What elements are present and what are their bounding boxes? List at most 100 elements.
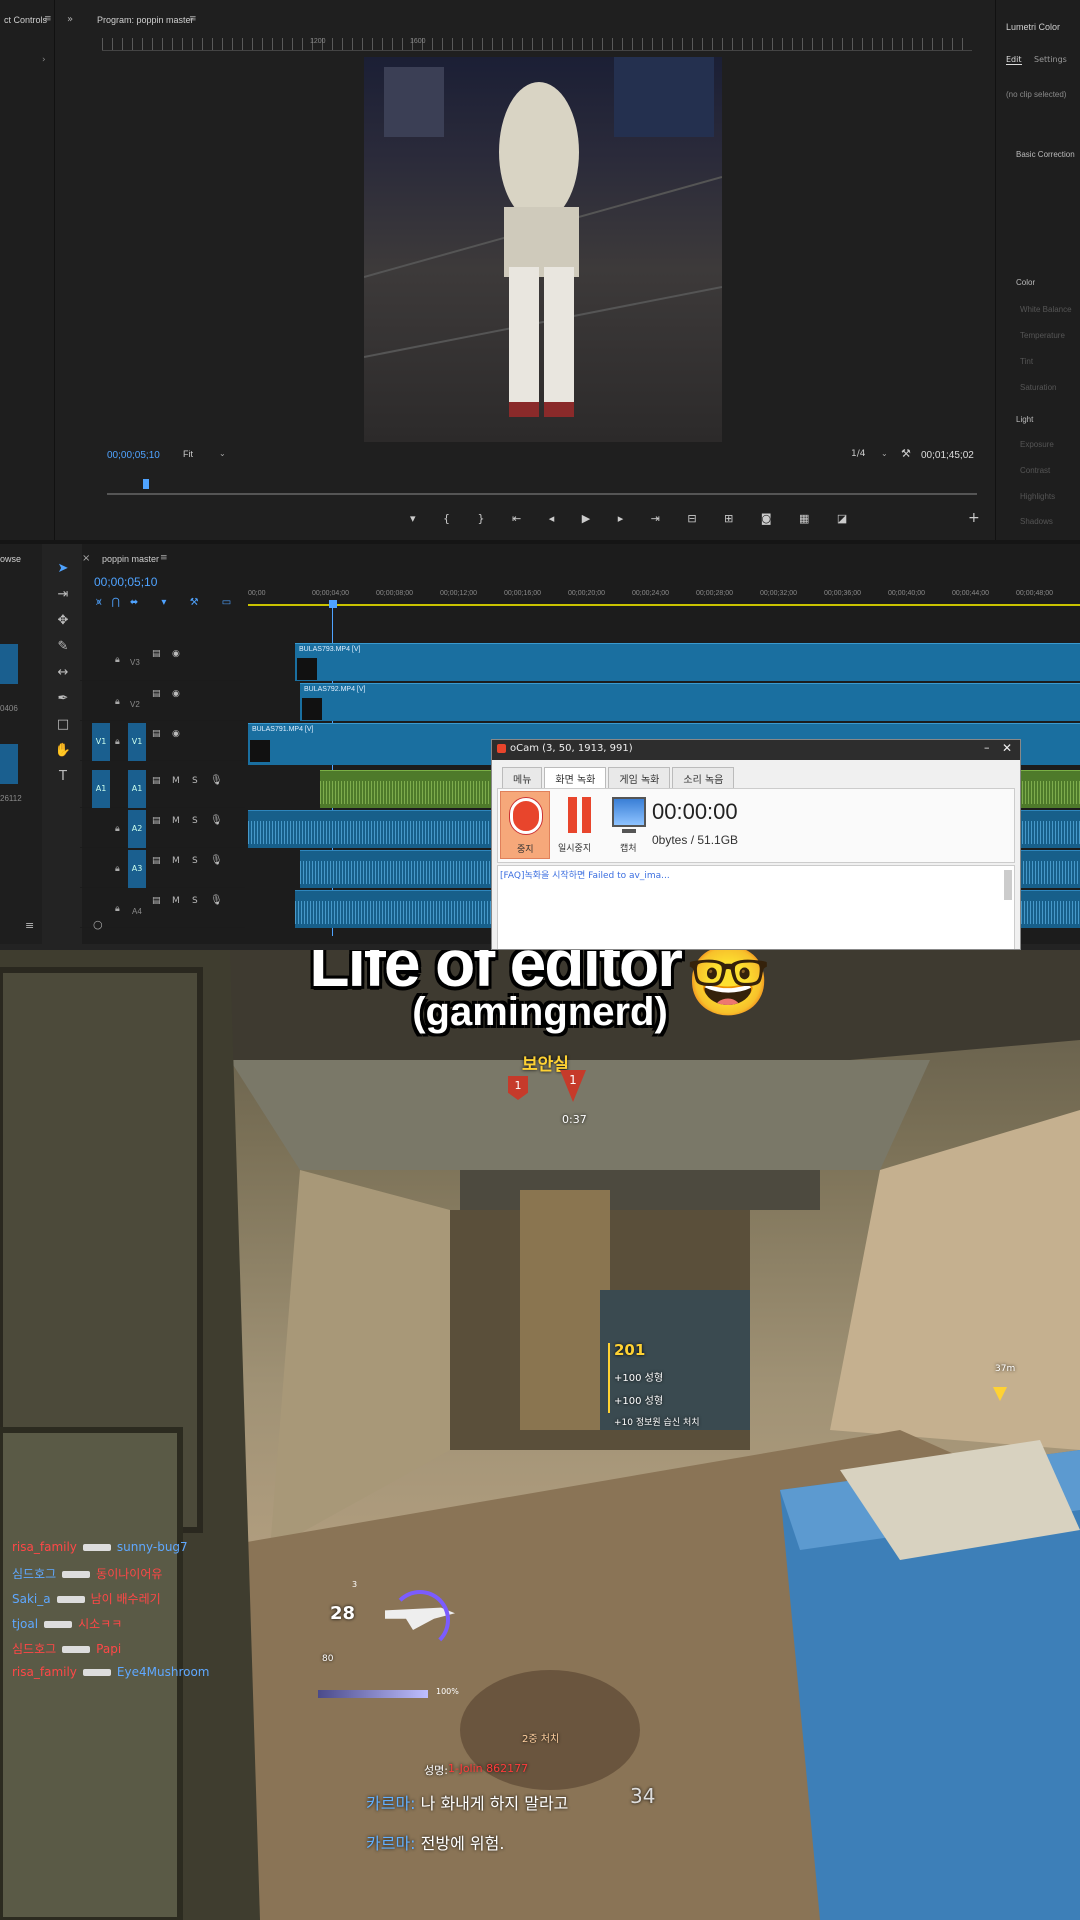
program-monitor: » Program: poppin master ≡ 1200 1600 00;…: [55, 0, 995, 540]
hand-tool[interactable]: ✋: [54, 742, 72, 760]
track-label[interactable]: A3: [128, 850, 146, 888]
tab-audio-record[interactable]: 소리 녹음: [672, 767, 735, 789]
tab-screen-record[interactable]: 화면 녹화: [544, 767, 607, 789]
toggle-sync-icon[interactable]: ▤: [152, 896, 161, 906]
close-button[interactable]: ✕: [1002, 741, 1012, 755]
toggle-sync-icon[interactable]: ▤: [152, 816, 161, 826]
section-color[interactable]: Color: [1016, 278, 1035, 287]
mute-button[interactable]: M: [172, 816, 180, 826]
track-label[interactable]: A2: [128, 810, 146, 848]
eye-icon[interactable]: ◉: [172, 649, 180, 659]
solo-button[interactable]: S: [192, 856, 198, 866]
close-icon[interactable]: ×: [82, 553, 90, 564]
menu-icon[interactable]: ≡: [160, 553, 168, 563]
solo-button[interactable]: S: [192, 896, 198, 906]
timeline-clip[interactable]: BULAS793.MP4 [V]: [295, 643, 1080, 681]
monitor-scrubber[interactable]: [107, 493, 977, 495]
toggle-sync-icon[interactable]: ▤: [152, 689, 161, 699]
tab-game-record[interactable]: 게임 녹화: [608, 767, 671, 789]
lock-icon[interactable]: 🔒︎: [115, 824, 120, 834]
timeline-toggles[interactable]: ⩙⋂⬌ ▾ ⚒ ▭: [96, 597, 241, 608]
mute-button[interactable]: M: [172, 896, 180, 906]
timeline-clip[interactable]: BULAS792.MP4 [V]: [300, 683, 1080, 721]
toggle-sync-icon[interactable]: ▤: [152, 856, 161, 866]
transport-controls[interactable]: ▾ { } ⇤ ◂ ▶ ▸ ⇥ ⊟ ⊞ ◙ ▦ ◪: [410, 512, 859, 525]
mute-button[interactable]: M: [172, 776, 180, 786]
track-label[interactable]: A1: [128, 770, 146, 808]
solo-button[interactable]: S: [192, 816, 198, 826]
solo-button[interactable]: S: [192, 776, 198, 786]
tab-menu[interactable]: 메뉴: [502, 767, 543, 789]
monitor-timecode[interactable]: 00;00;05;10: [107, 450, 160, 461]
section-basic-correction[interactable]: Basic Correction: [1016, 150, 1075, 159]
tab-edit[interactable]: Edit: [1006, 55, 1022, 65]
pen-tool[interactable]: ✒: [54, 690, 72, 708]
source-patch-v1[interactable]: V1: [92, 723, 110, 761]
ocam-log[interactable]: [FAQ]녹화을 시작하면 Failed to av_ima...: [497, 865, 1015, 949]
scrollbar[interactable]: [1004, 870, 1012, 900]
wrench-icon[interactable]: ⚒: [901, 447, 911, 460]
toggle-sync-icon[interactable]: ▤: [152, 649, 161, 659]
lock-icon[interactable]: 🔒︎: [115, 737, 120, 747]
eye-icon[interactable]: ◉: [172, 729, 180, 739]
zoom-handle[interactable]: ○: [93, 918, 103, 931]
track-header-v2: 🔒︎ V2 ▤ ◉: [80, 683, 245, 721]
slip-tool[interactable]: ↔: [54, 664, 72, 682]
add-button[interactable]: +: [968, 510, 980, 526]
tab-settings[interactable]: Settings: [1034, 55, 1067, 64]
playhead[interactable]: [143, 479, 149, 489]
lock-icon[interactable]: 🔒︎: [115, 864, 120, 874]
section-light[interactable]: Light: [1016, 415, 1033, 424]
lumetri-title[interactable]: Lumetri Color: [1006, 22, 1060, 32]
project-thumb[interactable]: [0, 644, 18, 684]
toggle-sync-icon[interactable]: ▤: [152, 776, 161, 786]
razor-tool[interactable]: ✎: [54, 638, 72, 656]
ocam-titlebar[interactable]: oCam (3, 50, 1913, 991) – ✕: [492, 740, 1020, 760]
rectangle-tool[interactable]: □: [54, 716, 72, 734]
microphone-icon[interactable]: 🎙︎: [210, 775, 223, 786]
capture-button[interactable]: 캡처: [608, 791, 652, 859]
project-thumb[interactable]: [0, 744, 18, 784]
type-tool[interactable]: T: [54, 768, 72, 786]
stop-button[interactable]: 중지: [500, 791, 550, 859]
timeline-playhead[interactable]: [329, 600, 337, 608]
mute-button[interactable]: M: [172, 856, 180, 866]
record-icon: [510, 798, 542, 834]
time-ruler[interactable]: [248, 568, 1080, 606]
fit-select[interactable]: Fit: [183, 449, 193, 459]
video-preview[interactable]: [364, 57, 722, 442]
chevron-down-icon[interactable]: ⌄: [881, 449, 888, 458]
selection-tool[interactable]: ➤: [54, 560, 72, 578]
timeline-timecode[interactable]: 00;00;05;10: [94, 575, 157, 589]
microphone-icon[interactable]: 🎙︎: [210, 895, 223, 906]
source-patch-a1[interactable]: A1: [92, 770, 110, 808]
effect-controls-title[interactable]: ct Controls: [4, 15, 47, 25]
sequence-tab[interactable]: poppin master: [102, 554, 159, 564]
resolution-select[interactable]: 1/4: [851, 449, 865, 459]
lock-icon[interactable]: 🔒︎: [115, 697, 120, 707]
pause-button[interactable]: 일시중지: [556, 791, 604, 859]
menu-icon[interactable]: ≡: [44, 14, 52, 24]
microphone-icon[interactable]: 🎙︎: [210, 855, 223, 866]
double-chevron-icon[interactable]: »: [67, 14, 73, 25]
lumetri-item: Saturation: [1020, 383, 1057, 392]
ocam-toolbar: 중지 일시중지 캡처 00:00:00 0bytes / 51.1GB: [497, 788, 1015, 863]
lock-icon[interactable]: 🔒︎: [115, 655, 120, 665]
menu-icon[interactable]: ≡: [25, 919, 34, 932]
ripple-tool[interactable]: ✥: [54, 612, 72, 630]
track-label[interactable]: V1: [128, 723, 146, 761]
chevron-right-icon[interactable]: ›: [42, 55, 46, 65]
microphone-icon[interactable]: 🎙︎: [210, 815, 223, 826]
toggle-sync-icon[interactable]: ▤: [152, 729, 161, 739]
menu-icon[interactable]: ≡: [189, 14, 197, 24]
eye-icon[interactable]: ◉: [172, 689, 180, 699]
ocam-log-text[interactable]: [FAQ]녹화을 시작하면 Failed to av_ima...: [500, 868, 670, 881]
program-monitor-title[interactable]: Program: poppin master: [97, 15, 194, 25]
lock-icon[interactable]: 🔒︎: [115, 904, 120, 914]
minimize-button[interactable]: –: [984, 741, 990, 754]
project-title[interactable]: owse: [0, 554, 21, 564]
weapon-icon: [62, 1571, 91, 1578]
chevron-down-icon[interactable]: ⌄: [219, 449, 226, 458]
track-select-tool[interactable]: ⇥: [54, 586, 72, 604]
monitor-duration: 00;01;45;02: [921, 450, 974, 461]
